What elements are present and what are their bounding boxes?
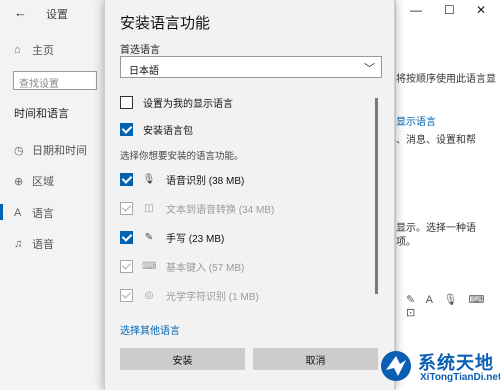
feature-basic-typing: ⌨ 基本键入 (57 MB) [120,257,244,275]
pen-icon: ✎ [144,231,154,243]
globe-icon: ⊕ [14,175,24,188]
choose-other-language-link[interactable]: 选择其他语言 [120,322,180,337]
feature-speech-recognition[interactable]: 🎙 语音识别 (38 MB) [120,170,244,188]
microphone-icon: 🎙 [142,173,156,185]
watermark-logo-icon [381,351,411,381]
microphone-icon: ♫ [14,238,23,250]
option-language-pack[interactable]: 安装语言包 [120,120,193,138]
calendar-clock-icon: ◷ [14,144,24,157]
feature-label: 基本键入 (57 MB) [166,262,245,274]
features-heading: 选择你想要安装的语言功能。 [120,151,244,162]
feature-text-to-speech: ◫ 文本到语音转换 (34 MB) [120,199,274,217]
preferred-language-dropdown[interactable]: 日本語 ﹀ [120,56,382,78]
sidebar-item-label: 语音 [32,239,54,251]
sidebar-item-label: 日期和时间 [32,145,87,157]
feature-icons-row: ✎ A 🎙 ⌨ ⊡ [406,294,489,319]
settings-sidebar: ← 设置 ⌂ 主页 查找设置 时间和语言 ◷ 日期和时间 ⊕ 区域 A 语言 ♫… [0,0,104,390]
checkbox-handwriting[interactable] [120,230,133,244]
home-icon: ⌂ [14,44,21,56]
close-button[interactable]: ✕ [476,3,486,17]
feature-label: 语音识别 (38 MB) [166,175,245,187]
sidebar-item-language[interactable]: A 语言 [14,205,54,221]
watermark-subtext: XiTongTianDi.net [420,372,500,383]
feature-handwriting[interactable]: ✎ 手写 (23 MB) [120,228,224,246]
window-title: 设置 [46,9,68,21]
option-label: 设置为我的显示语言 [143,98,233,110]
search-input[interactable]: 查找设置 [13,71,97,90]
back-arrow-icon[interactable]: ← [14,5,27,20]
feature-ocr: ◎ 光学字符识别 (1 MB) [120,286,259,304]
feature-label: 光学字符识别 (1 MB) [166,291,259,303]
search-placeholder: 查找设置 [19,79,59,90]
sidebar-item-home[interactable]: ⌂ 主页 [14,42,54,58]
sidebar-item-datetime[interactable]: ◷ 日期和时间 [14,142,87,158]
keyboard-icon: ⌨ [142,260,157,272]
language-icon: A [14,207,22,219]
sidebar-item-label: 语言 [32,208,54,220]
option-label: 安装语言包 [143,125,193,137]
sidebar-item-region[interactable]: ⊕ 区域 [14,173,54,189]
install-button[interactable]: 安装 [120,348,245,370]
feature-label: 文本到语音转换 (34 MB) [166,204,275,216]
checkbox-speech-recognition[interactable] [120,172,133,186]
preferred-language-label: 首选语言 [120,45,160,56]
dropdown-value: 日本語 [129,66,159,77]
chevron-down-icon: ﹀ [364,63,375,75]
section-heading: 时间和语言 [14,108,69,120]
checkbox-language-pack[interactable] [120,122,133,136]
features-scroll-area[interactable]: 设置为我的显示语言 安装语言包 选择你想要安装的语言功能。 🎙 语音识别 (38… [105,88,396,320]
option-display-language[interactable]: 设置为我的显示语言 [120,93,233,111]
checkbox-basic-typing [120,259,133,273]
cancel-button[interactable]: 取消 [253,348,378,370]
checkbox-ocr [120,288,133,302]
background-link[interactable]: 显示语言 [396,113,436,128]
camera-icon: ◎ [144,289,154,301]
speech-bubble-icon: ◫ [144,202,154,214]
feature-label: 手写 (23 MB) [166,233,225,245]
minimize-button[interactable]: — [410,3,422,17]
sidebar-item-label: 区域 [32,176,54,188]
sidebar-home-label: 主页 [32,45,54,57]
background-text: 将按顺序使用此语言显 [396,74,496,85]
background-text: 显示。选择一种语 [396,223,476,234]
install-language-dialog: 安装语言功能 首选语言 日本語 ﹀ 设置为我的显示语言 安装语言包 选择你想要安… [104,0,395,390]
checkbox-text-to-speech [120,201,133,215]
sidebar-item-speech[interactable]: ♫ 语音 [14,236,54,252]
maximize-button[interactable]: ☐ [444,3,455,17]
selected-indicator [0,204,3,220]
background-text: 、消息、设置和帮 [396,135,476,146]
scrollbar[interactable] [375,98,378,294]
checkbox-display-language[interactable] [120,95,133,109]
dialog-title: 安装语言功能 [120,15,211,32]
background-text: 项。 [396,237,416,248]
